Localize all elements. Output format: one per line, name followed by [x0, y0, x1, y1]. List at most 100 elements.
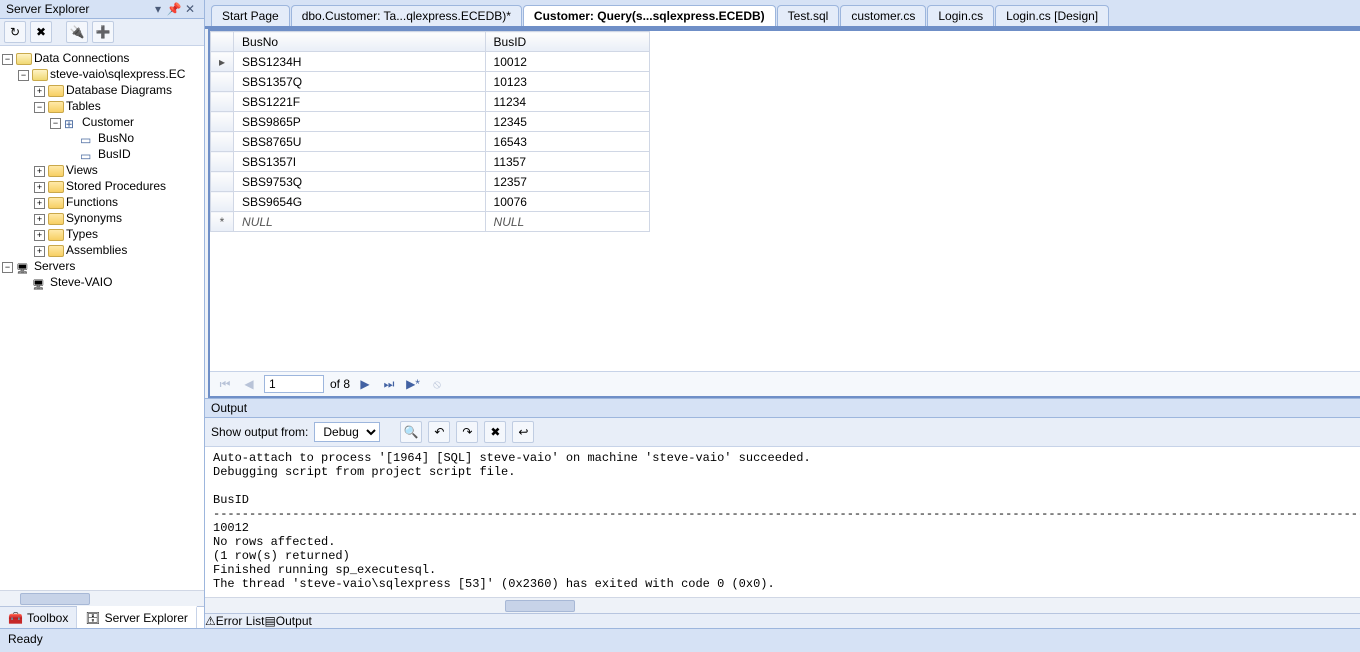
pin-icon[interactable]: 📌: [166, 2, 182, 16]
connect-icon[interactable]: 🔌: [66, 21, 88, 43]
new-row-selector[interactable]: *: [211, 212, 234, 232]
cell[interactable]: 16543: [485, 132, 649, 152]
close-icon[interactable]: ✕: [182, 2, 198, 16]
tree-label[interactable]: Customer: [82, 115, 134, 129]
editor-area: Start Page dbo.Customer: Ta...qlexpress.…: [205, 0, 1360, 628]
cell-null[interactable]: NULL: [234, 212, 486, 232]
stop-icon[interactable]: ✖: [30, 21, 52, 43]
nav-prev-icon[interactable]: ◀: [240, 375, 258, 393]
row-selector[interactable]: [211, 72, 234, 92]
cell[interactable]: SBS1357I: [234, 152, 486, 172]
data-grid[interactable]: BusNo BusID ▸SBS1234H10012 SBS1357Q10123…: [210, 31, 650, 232]
doctab-customer-table[interactable]: dbo.Customer: Ta...qlexpress.ECEDB)*: [291, 5, 522, 26]
tree-label[interactable]: Servers: [34, 259, 75, 273]
tree-label[interactable]: Assemblies: [66, 243, 127, 257]
expand-toggle[interactable]: +: [34, 182, 45, 193]
server-explorer-tree[interactable]: −Data Connections −steve-vaio\sqlexpress…: [0, 46, 204, 590]
column-header-busno[interactable]: BusNo: [234, 32, 486, 52]
cell[interactable]: SBS1357Q: [234, 72, 486, 92]
cell[interactable]: SBS9865P: [234, 112, 486, 132]
expand-toggle[interactable]: +: [34, 86, 45, 97]
cell[interactable]: SBS1221F: [234, 92, 486, 112]
cell[interactable]: 12345: [485, 112, 649, 132]
row-selector[interactable]: [211, 92, 234, 112]
nav-first-icon[interactable]: ⏮: [216, 375, 234, 393]
expand-toggle[interactable]: +: [34, 230, 45, 241]
tree-label[interactable]: steve-vaio\sqlexpress.EC: [50, 67, 185, 81]
tab-output[interactable]: ▤Output: [264, 614, 311, 628]
expand-toggle[interactable]: −: [34, 102, 45, 113]
tree-label[interactable]: Synonyms: [66, 211, 122, 225]
query-results-grid: BusNo BusID ▸SBS1234H10012 SBS1357Q10123…: [208, 29, 1360, 398]
output-text[interactable]: Auto-attach to process '[1964] [SQL] ste…: [205, 447, 1360, 597]
expand-toggle[interactable]: −: [2, 262, 13, 273]
tree-label[interactable]: BusID: [98, 147, 131, 161]
cell[interactable]: 12357: [485, 172, 649, 192]
expand-toggle[interactable]: −: [2, 54, 13, 65]
row-selector[interactable]: ▸: [211, 52, 234, 72]
tree-label[interactable]: BusNo: [98, 131, 134, 145]
cell-null[interactable]: NULL: [485, 212, 649, 232]
doctab-test-sql[interactable]: Test.sql: [777, 5, 840, 26]
expand-toggle[interactable]: −: [18, 70, 29, 81]
row-selector[interactable]: [211, 152, 234, 172]
dropdown-icon[interactable]: ▾: [150, 2, 166, 16]
folder-icon: [48, 101, 64, 113]
column-header-busid[interactable]: BusID: [485, 32, 649, 52]
folder-icon: [48, 213, 64, 225]
nav-next-icon[interactable]: ▶: [356, 375, 374, 393]
doctab-customer-cs[interactable]: customer.cs: [840, 5, 926, 26]
column-icon: [80, 149, 96, 161]
tree-label[interactable]: Views: [66, 163, 98, 177]
tab-error-list[interactable]: ⚠Error List: [205, 614, 264, 628]
refresh-icon[interactable]: ↻: [4, 21, 26, 43]
expand-toggle[interactable]: +: [34, 166, 45, 177]
tree-label[interactable]: Database Diagrams: [66, 83, 172, 97]
cell[interactable]: 11357: [485, 152, 649, 172]
doctab-login-cs[interactable]: Login.cs: [927, 5, 994, 26]
prev-msg-icon[interactable]: ↶: [428, 421, 450, 443]
nav-last-icon[interactable]: ⏭: [380, 375, 398, 393]
row-selector[interactable]: [211, 172, 234, 192]
nav-cancel-icon[interactable]: ⦸: [428, 375, 446, 393]
tree-label[interactable]: Types: [66, 227, 98, 241]
tree-label[interactable]: Functions: [66, 195, 118, 209]
cell[interactable]: 11234: [485, 92, 649, 112]
cell[interactable]: 10076: [485, 192, 649, 212]
server-node-icon: [32, 277, 48, 289]
output-source-select[interactable]: Debug: [314, 422, 380, 442]
expand-toggle[interactable]: −: [50, 118, 61, 129]
doctab-customer-query[interactable]: Customer: Query(s...sqlexpress.ECEDB): [523, 5, 776, 26]
doctab-start-page[interactable]: Start Page: [211, 5, 290, 26]
horizontal-scrollbar[interactable]: [0, 590, 204, 606]
row-header-blank: [211, 32, 234, 52]
tree-label[interactable]: Data Connections: [34, 51, 129, 65]
row-selector[interactable]: [211, 132, 234, 152]
doctab-login-design[interactable]: Login.cs [Design]: [995, 5, 1109, 26]
cell[interactable]: SBS9654G: [234, 192, 486, 212]
cell[interactable]: SBS9753Q: [234, 172, 486, 192]
expand-toggle[interactable]: +: [34, 198, 45, 209]
tree-label[interactable]: Steve-VAIO: [50, 275, 112, 289]
nav-of-label: of 8: [330, 377, 350, 391]
cell[interactable]: SBS8765U: [234, 132, 486, 152]
nav-new-icon[interactable]: ▶*: [404, 375, 422, 393]
tree-label[interactable]: Tables: [66, 99, 101, 113]
horizontal-scrollbar[interactable]: [205, 597, 1360, 613]
cell[interactable]: 10012: [485, 52, 649, 72]
expand-toggle[interactable]: +: [34, 246, 45, 257]
tree-label[interactable]: Stored Procedures: [66, 179, 166, 193]
find-icon[interactable]: 🔍: [400, 421, 422, 443]
wrap-icon[interactable]: ↩: [512, 421, 534, 443]
row-selector[interactable]: [211, 112, 234, 132]
expand-toggle[interactable]: +: [34, 214, 45, 225]
next-msg-icon[interactable]: ↷: [456, 421, 478, 443]
cell[interactable]: 10123: [485, 72, 649, 92]
tab-toolbox[interactable]: 🧰Toolbox: [0, 607, 77, 628]
tab-server-explorer[interactable]: 🗄Server Explorer: [77, 606, 197, 628]
add-connection-icon[interactable]: ➕: [92, 21, 114, 43]
row-selector[interactable]: [211, 192, 234, 212]
nav-position-input[interactable]: [264, 375, 324, 393]
clear-icon[interactable]: ✖: [484, 421, 506, 443]
cell[interactable]: SBS1234H: [234, 52, 486, 72]
